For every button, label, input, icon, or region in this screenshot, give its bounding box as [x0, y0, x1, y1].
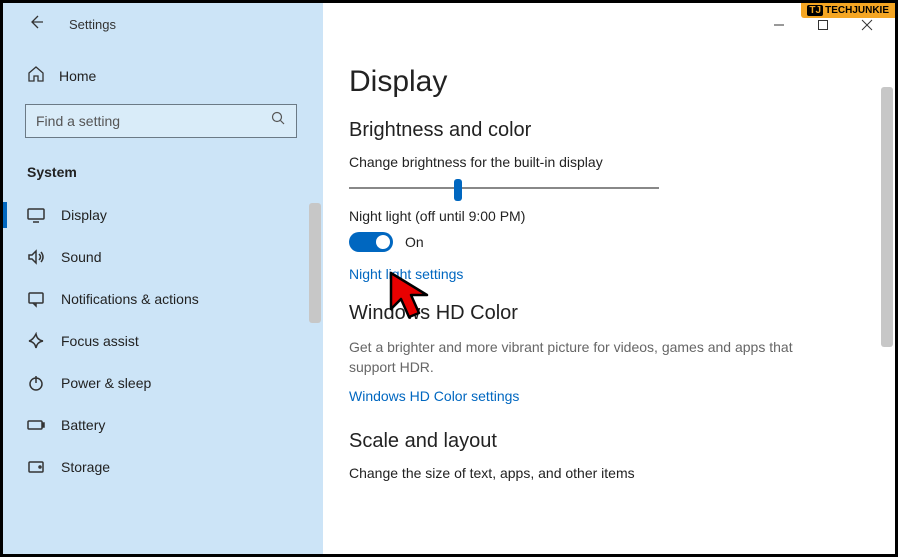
display-icon: [27, 206, 45, 224]
sound-icon: [27, 248, 45, 266]
sidebar-item-label: Notifications & actions: [61, 291, 199, 307]
storage-icon: [27, 458, 45, 476]
window-title: Settings: [69, 17, 116, 32]
slider-track: [349, 187, 659, 189]
sidebar-scrollbar[interactable]: [309, 203, 321, 323]
sidebar-item-sound[interactable]: Sound: [3, 236, 323, 278]
section-scale-title: Scale and layout: [349, 430, 865, 453]
sidebar-item-battery[interactable]: Battery: [3, 404, 323, 446]
minimize-button[interactable]: [759, 11, 799, 39]
sidebar: Settings Home System Display: [3, 3, 323, 554]
scale-label: Change the size of text, apps, and other…: [349, 465, 865, 481]
night-light-toggle[interactable]: [349, 232, 393, 252]
titlebar: Settings: [3, 3, 323, 45]
watermark-badge: TJTECHJUNKIE: [801, 3, 895, 18]
power-icon: [27, 374, 45, 392]
battery-icon: [27, 416, 45, 434]
sidebar-nav: Display Sound Notifications & actions Fo…: [3, 190, 323, 488]
sidebar-item-label: Storage: [61, 459, 110, 475]
hd-color-settings-link[interactable]: Windows HD Color settings: [349, 388, 865, 404]
sidebar-item-display[interactable]: Display: [3, 194, 323, 236]
page-title: Display: [349, 65, 865, 99]
sidebar-item-storage[interactable]: Storage: [3, 446, 323, 488]
sidebar-category: System: [3, 146, 323, 190]
sidebar-item-label: Display: [61, 207, 107, 223]
back-button[interactable]: [27, 13, 45, 36]
sidebar-item-label: Sound: [61, 249, 101, 265]
cursor-annotation-icon: [385, 269, 445, 329]
hd-color-description: Get a brighter and more vibrant picture …: [349, 337, 829, 378]
content-scrollbar[interactable]: [881, 87, 893, 347]
sidebar-item-label: Battery: [61, 417, 105, 433]
home-icon: [27, 65, 45, 86]
notifications-icon: [27, 290, 45, 308]
sidebar-home[interactable]: Home: [3, 55, 323, 96]
sidebar-item-focus-assist[interactable]: Focus assist: [3, 320, 323, 362]
sidebar-item-label: Power & sleep: [61, 375, 151, 391]
night-light-label: Night light (off until 9:00 PM): [349, 208, 865, 224]
night-light-state: On: [405, 234, 424, 250]
sidebar-item-label: Focus assist: [61, 333, 139, 349]
sidebar-item-power-sleep[interactable]: Power & sleep: [3, 362, 323, 404]
sidebar-item-notifications[interactable]: Notifications & actions: [3, 278, 323, 320]
search-icon: [271, 111, 286, 131]
focus-assist-icon: [27, 332, 45, 350]
brightness-label: Change brightness for the built-in displ…: [349, 154, 865, 170]
home-label: Home: [59, 68, 96, 84]
slider-thumb[interactable]: [454, 179, 462, 201]
search-input[interactable]: [36, 113, 271, 129]
brightness-slider[interactable]: [349, 178, 659, 198]
section-brightness-title: Brightness and color: [349, 119, 865, 142]
search-box[interactable]: [25, 104, 297, 138]
